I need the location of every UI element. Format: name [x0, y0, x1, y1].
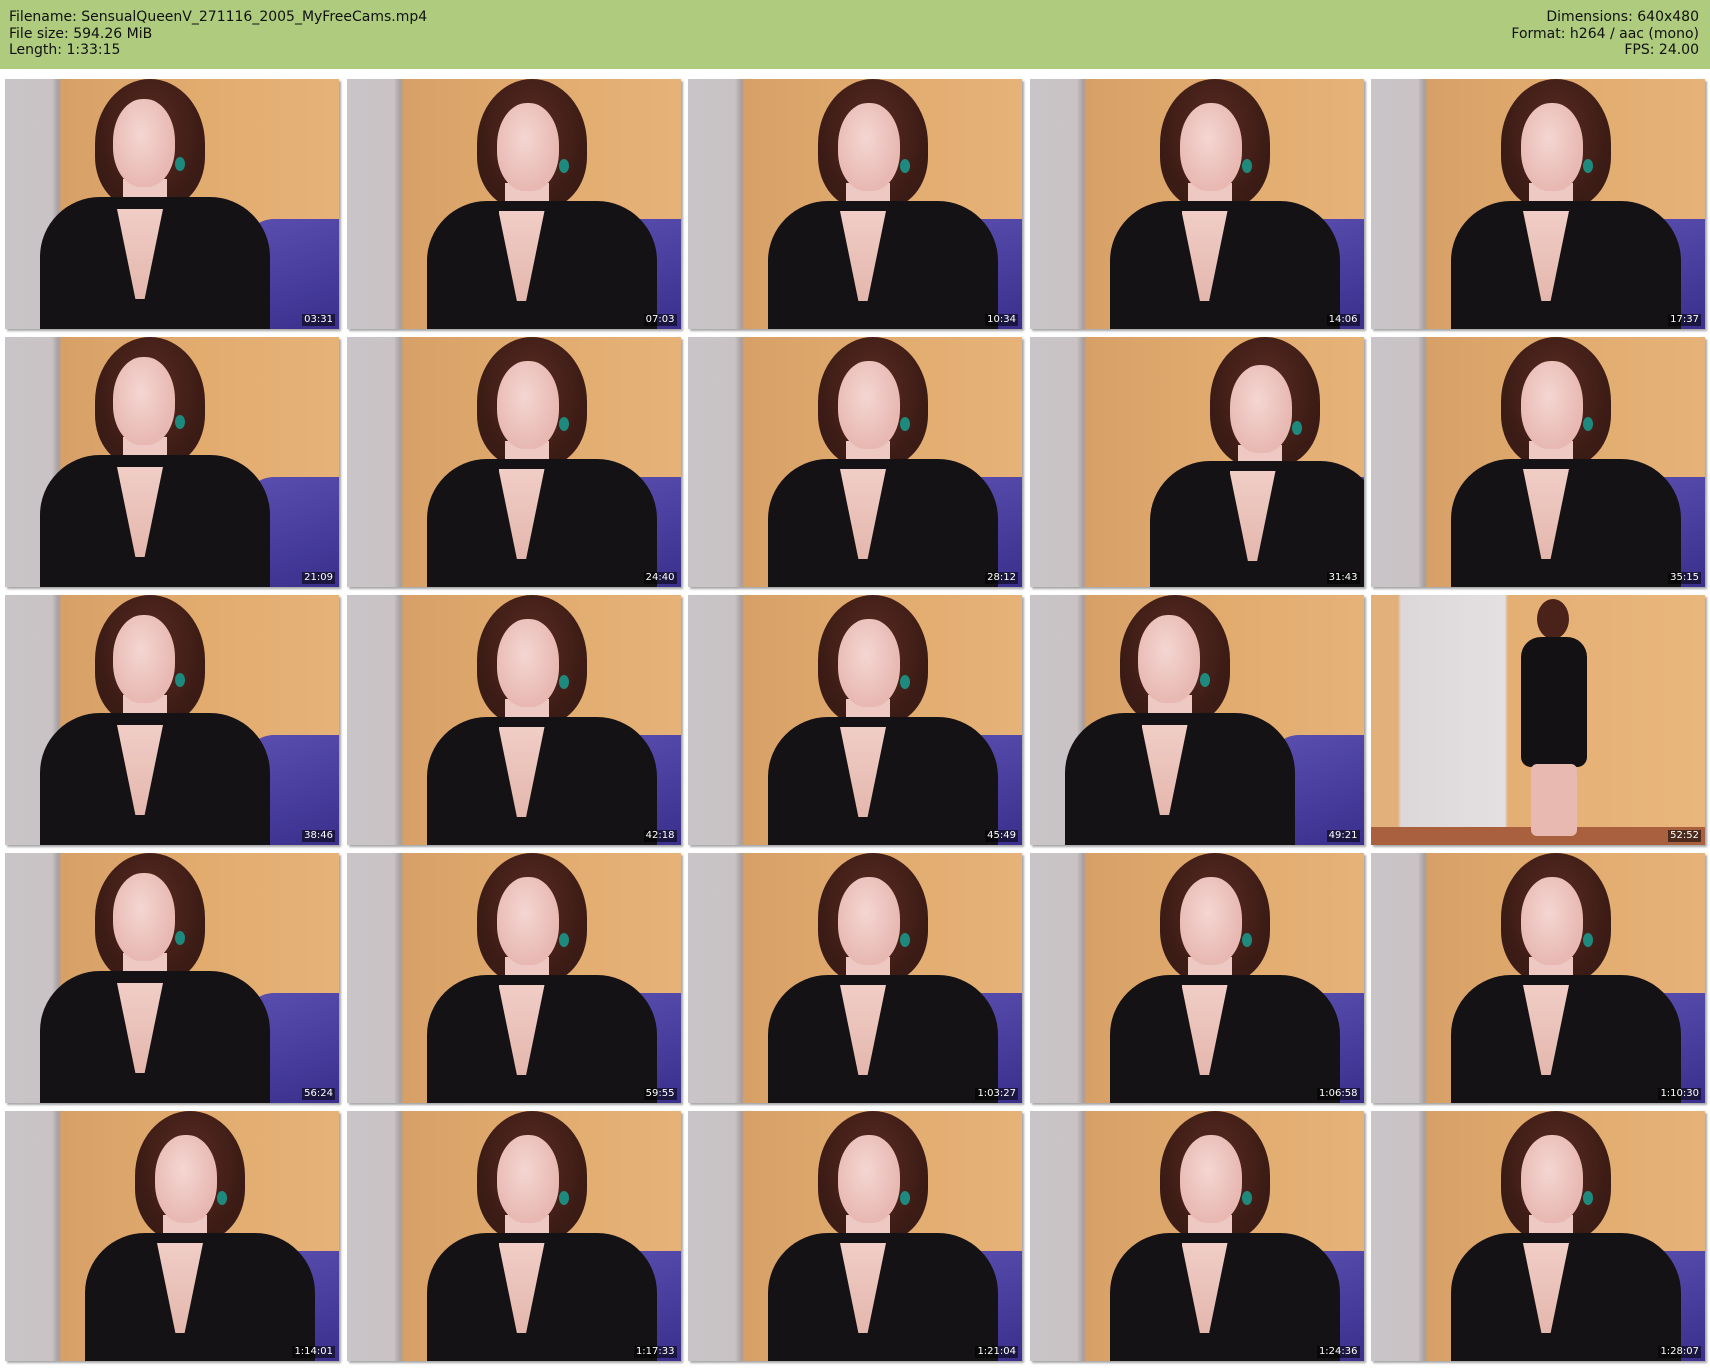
thumbnail[interactable]: 52:52	[1371, 595, 1705, 845]
timestamp: 35:15	[1668, 572, 1701, 584]
timestamp: 1:10:30	[1658, 1088, 1701, 1100]
thumbnail[interactable]: 21:09	[5, 337, 339, 587]
thumbnail[interactable]: 10:34	[688, 79, 1022, 329]
thumbnail-grid: 03:31 07:03 10:34 14:06 17:37 21:09 24:4…	[5, 79, 1707, 1361]
timestamp: 10:34	[985, 314, 1018, 326]
thumbnail[interactable]: 42:18	[346, 595, 681, 845]
fps-text: FPS: 24.00	[1624, 42, 1699, 58]
filesize-text: File size: 594.26 MiB	[9, 25, 153, 42]
timestamp: 28:12	[985, 572, 1018, 584]
timestamp: 1:17:33	[633, 1346, 677, 1358]
timestamp: 38:46	[302, 830, 335, 842]
timestamp: 07:03	[643, 314, 677, 326]
timestamp: 1:14:01	[292, 1346, 335, 1358]
format-text: Format: h264 / aac (mono)	[1511, 25, 1699, 42]
thumbnail[interactable]: 49:21	[1029, 595, 1364, 845]
thumbnail[interactable]: 38:46	[5, 595, 339, 845]
timestamp: 17:37	[1668, 314, 1701, 326]
timestamp: 1:24:36	[1316, 1346, 1360, 1358]
thumbnail[interactable]: 24:40	[346, 337, 681, 587]
filename-text: Filename: SensualQueenV_271116_2005_MyFr…	[9, 9, 428, 25]
thumbnail[interactable]: 03:31	[5, 79, 339, 329]
thumbnail[interactable]: 1:06:58	[1029, 853, 1364, 1103]
thumbnail[interactable]: 1:24:36	[1029, 1111, 1364, 1361]
file-info-right: Dimensions: 640x480 Format: h264 / aac (…	[1511, 9, 1699, 59]
timestamp: 24:40	[643, 572, 677, 584]
timestamp: 59:55	[643, 1088, 677, 1100]
info-header: Filename: SensualQueenV_271116_2005_MyFr…	[0, 0, 1710, 69]
timestamp: 1:21:04	[975, 1346, 1018, 1358]
timestamp: 31:43	[1326, 572, 1360, 584]
thumbnail[interactable]: 56:24	[5, 853, 339, 1103]
thumbnail[interactable]: 1:10:30	[1371, 853, 1705, 1103]
timestamp: 03:31	[302, 314, 335, 326]
thumbnail[interactable]: 31:43	[1029, 337, 1364, 587]
thumbnail[interactable]: 07:03	[346, 79, 681, 329]
dimensions-text: Dimensions: 640x480	[1546, 9, 1699, 25]
thumbnail[interactable]: 1:17:33	[346, 1111, 681, 1361]
timestamp: 56:24	[302, 1088, 335, 1100]
timestamp: 21:09	[302, 572, 335, 584]
timestamp: 14:06	[1326, 314, 1360, 326]
timestamp: 49:21	[1326, 830, 1360, 842]
thumbnail[interactable]: 14:06	[1029, 79, 1364, 329]
timestamp: 52:52	[1668, 830, 1701, 842]
thumbnail[interactable]: 35:15	[1371, 337, 1705, 587]
thumbnail[interactable]: 28:12	[688, 337, 1022, 587]
thumbnail[interactable]: 17:37	[1371, 79, 1705, 329]
timestamp: 1:03:27	[975, 1088, 1018, 1100]
thumbnail[interactable]: 59:55	[346, 853, 681, 1103]
timestamp: 42:18	[643, 830, 677, 842]
file-info-left: Filename: SensualQueenV_271116_2005_MyFr…	[9, 9, 427, 59]
thumbnail[interactable]: 1:21:04	[688, 1111, 1022, 1361]
thumbnail[interactable]: 45:49	[688, 595, 1022, 845]
timestamp: 1:06:58	[1316, 1088, 1360, 1100]
thumbnail[interactable]: 1:14:01	[5, 1111, 339, 1361]
length-text: Length: 1:33:15	[9, 42, 121, 58]
thumbnail[interactable]: 1:28:07	[1371, 1111, 1705, 1361]
timestamp: 45:49	[985, 830, 1018, 842]
thumbnail[interactable]: 1:03:27	[688, 853, 1022, 1103]
timestamp: 1:28:07	[1658, 1346, 1701, 1358]
